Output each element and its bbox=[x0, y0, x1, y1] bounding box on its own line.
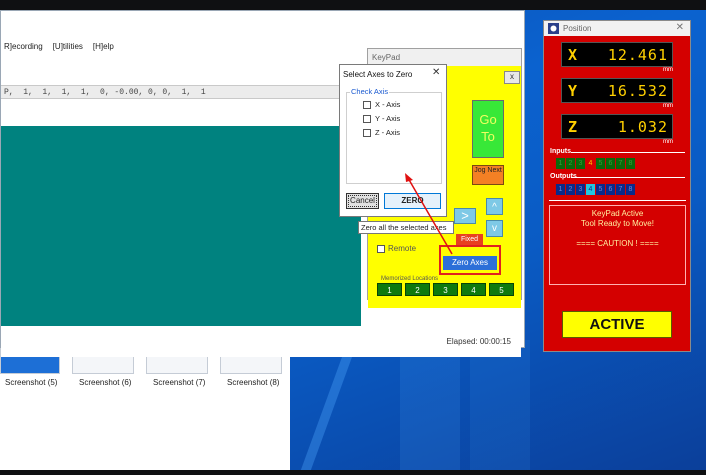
active-status-button[interactable]: ACTIVE bbox=[562, 311, 672, 338]
outputs-indicators: 12345678 bbox=[556, 184, 635, 195]
annotation-arrow bbox=[405, 173, 453, 255]
divider bbox=[571, 177, 685, 178]
input-indicator: 4 bbox=[586, 158, 595, 169]
memorized-location-button[interactable]: 2 bbox=[405, 283, 430, 296]
checkbox-icon[interactable] bbox=[363, 114, 371, 123]
output-indicator: 3 bbox=[576, 184, 585, 195]
output-indicator: 6 bbox=[606, 184, 615, 195]
output-indicator: 8 bbox=[626, 184, 635, 195]
input-indicator: 8 bbox=[626, 158, 635, 169]
z-readout: Z 1.032 bbox=[561, 114, 673, 139]
elapsed-time: Elapsed: 00:00:15 bbox=[446, 337, 512, 346]
message-line: Tool Ready to Move! bbox=[581, 219, 654, 228]
arrow-line bbox=[407, 177, 453, 255]
x-axis-checkbox[interactable]: X - Axis bbox=[363, 100, 400, 109]
unit-label: mm bbox=[663, 67, 673, 73]
inputs-indicators: 12345678 bbox=[556, 158, 635, 169]
memorized-locations-label: Memorized Locations bbox=[381, 276, 439, 282]
input-indicator: 6 bbox=[606, 158, 615, 169]
dialog-title: Select Axes to Zero bbox=[343, 70, 413, 79]
fixed-toggle[interactable]: Fixed bbox=[456, 234, 483, 245]
close-icon[interactable]: ✕ bbox=[676, 22, 684, 33]
divider bbox=[571, 152, 685, 153]
axis-label: Z - Axis bbox=[375, 128, 401, 137]
output-indicator: 7 bbox=[616, 184, 625, 195]
output-indicator: 4 bbox=[586, 184, 595, 195]
axis-letter: Y bbox=[568, 82, 578, 100]
input-indicator: 7 bbox=[616, 158, 625, 169]
position-titlebar: Position ✕ bbox=[544, 21, 690, 36]
cancel-button[interactable]: Cancel bbox=[346, 193, 379, 209]
checkbox-icon[interactable] bbox=[363, 100, 371, 109]
close-icon[interactable]: ✕ bbox=[432, 67, 440, 78]
jog-up-button[interactable]: ^ bbox=[486, 198, 503, 215]
input-indicator: 5 bbox=[596, 158, 605, 169]
unit-label: mm bbox=[663, 103, 673, 109]
x-readout: X 12.461 bbox=[561, 42, 673, 67]
checkbox-icon[interactable] bbox=[377, 244, 385, 253]
check-axis-label: Check Axis bbox=[350, 87, 390, 96]
thumbnail-caption[interactable]: Screenshot (8) bbox=[227, 378, 279, 387]
input-indicator: 3 bbox=[576, 158, 585, 169]
axis-value: 1.032 bbox=[617, 118, 668, 136]
input-indicator: 1 bbox=[556, 158, 565, 169]
keypad-title: KeyPad bbox=[372, 53, 401, 62]
output-indicator: 5 bbox=[596, 184, 605, 195]
axis-letter: Z bbox=[568, 118, 578, 136]
message-line: ==== CAUTION ! ==== bbox=[576, 239, 659, 248]
status-bar: Elapsed: 00:00:15 bbox=[1, 329, 521, 357]
thumbnail-caption[interactable]: Screenshot (5) bbox=[5, 378, 57, 387]
menu-utilities[interactable]: [U]tilities bbox=[53, 42, 83, 51]
arrow-head bbox=[405, 173, 413, 182]
keypad-close-button[interactable]: x bbox=[504, 71, 520, 84]
go-to-button[interactable]: Go To bbox=[472, 100, 504, 158]
menu-help[interactable]: [H]elp bbox=[93, 42, 114, 51]
output-indicator: 1 bbox=[556, 184, 565, 195]
z-axis-checkbox[interactable]: Z - Axis bbox=[363, 128, 400, 137]
file-explorer-pane: Screenshot (5) Screenshot (6) Screenshot… bbox=[0, 348, 290, 470]
wallpaper-ray bbox=[400, 340, 460, 470]
message-line: KeyPad Active bbox=[591, 209, 644, 218]
memorized-location-button[interactable]: 5 bbox=[489, 283, 514, 296]
unit-label: mm bbox=[663, 139, 673, 145]
axis-label: X - Axis bbox=[375, 100, 401, 109]
checkbox-icon[interactable] bbox=[363, 128, 371, 137]
y-axis-checkbox[interactable]: Y - Axis bbox=[363, 114, 400, 123]
memorized-location-button[interactable]: 3 bbox=[433, 283, 458, 296]
jog-down-button[interactable]: v bbox=[486, 220, 503, 237]
work-area bbox=[1, 126, 361, 326]
axis-letter: X bbox=[568, 46, 578, 64]
app-logo-icon bbox=[548, 23, 559, 34]
thumbnail-caption[interactable]: Screenshot (7) bbox=[153, 378, 205, 387]
position-title: Position bbox=[563, 24, 592, 33]
inputs-label: Inputs bbox=[550, 148, 571, 155]
message-line bbox=[550, 229, 685, 239]
axis-value: 16.532 bbox=[607, 82, 668, 100]
divider bbox=[549, 200, 686, 201]
menu-bar: R]ecording [U]tilities [H]elp bbox=[1, 39, 334, 53]
axis-value: 12.461 bbox=[607, 46, 668, 64]
output-indicator: 2 bbox=[566, 184, 575, 195]
memorized-location-button[interactable]: 4 bbox=[461, 283, 486, 296]
status-message-box: KeyPad Active Tool Ready to Move! ==== C… bbox=[549, 205, 686, 285]
jog-next-button[interactable]: Jog Next bbox=[472, 165, 504, 185]
input-indicator: 2 bbox=[566, 158, 575, 169]
memorized-location-button[interactable]: 1 bbox=[377, 283, 402, 296]
menu-recording[interactable]: R]ecording bbox=[4, 42, 43, 51]
wallpaper-ray bbox=[470, 340, 530, 470]
y-readout: Y 16.532 bbox=[561, 78, 673, 103]
axis-label: Y - Axis bbox=[375, 114, 401, 123]
thumbnail-caption[interactable]: Screenshot (6) bbox=[79, 378, 131, 387]
